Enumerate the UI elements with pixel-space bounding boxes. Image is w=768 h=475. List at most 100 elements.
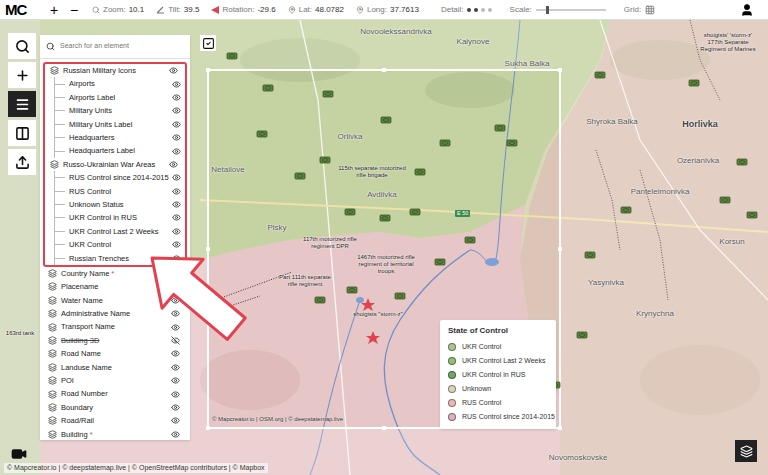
- add-icon[interactable]: [15, 68, 30, 83]
- eye-icon[interactable]: [171, 309, 180, 318]
- layer-child-row[interactable]: UKR Control in RUS: [55, 211, 185, 224]
- layer-row[interactable]: Russian Military Icons: [45, 64, 185, 77]
- grid-control[interactable]: Grid:: [624, 4, 655, 16]
- zoom-out-button[interactable]: −: [64, 3, 84, 17]
- eye-icon[interactable]: [171, 282, 180, 291]
- layer-child-row[interactable]: Russian Trenches: [55, 251, 185, 264]
- upload-icon[interactable]: [15, 155, 30, 170]
- eye-icon[interactable]: [171, 363, 180, 372]
- military-unit-icon[interactable]: [577, 332, 587, 338]
- military-unit-icon[interactable]: [257, 131, 267, 137]
- selection-handle[interactable]: [382, 68, 386, 72]
- tool-rail-button[interactable]: [8, 149, 36, 175]
- parameter-field[interactable]: Lat:48.0782: [288, 4, 344, 16]
- eye-icon[interactable]: [172, 80, 181, 89]
- layer-child-row[interactable]: RUS Control: [55, 185, 185, 198]
- layer-child-row[interactable]: RUS Control since 2014-2015: [55, 171, 185, 184]
- military-unit-icon[interactable]: [415, 169, 425, 175]
- detail-control[interactable]: Detail:: [441, 4, 492, 16]
- selection-handle[interactable]: [558, 68, 562, 72]
- military-unit-icon[interactable]: [465, 237, 475, 243]
- parameter-field[interactable]: Tilt:39.5: [156, 4, 199, 16]
- eye-icon[interactable]: [171, 376, 180, 385]
- layer-row[interactable]: Water Name: [43, 294, 187, 307]
- eye-icon[interactable]: [172, 187, 181, 196]
- eye-icon[interactable]: [171, 403, 180, 412]
- eye-icon[interactable]: [172, 213, 181, 222]
- layer-row[interactable]: Building*: [43, 428, 187, 440]
- layer-child-row[interactable]: Headquarters Label: [55, 144, 185, 157]
- layer-child-row[interactable]: Airports Label: [55, 91, 185, 104]
- military-unit-icon[interactable]: [347, 287, 357, 293]
- layer-row[interactable]: Russo-Ukrainian War Areas: [45, 158, 185, 171]
- layer-row[interactable]: Administrative Name: [43, 307, 187, 320]
- selection-handle[interactable]: [558, 426, 562, 430]
- selection-handle[interactable]: [206, 426, 210, 430]
- layer-row[interactable]: Placename: [43, 280, 187, 293]
- military-unit-icon[interactable]: [495, 125, 505, 131]
- military-unit-icon[interactable]: [440, 140, 450, 146]
- eye-off-icon[interactable]: [171, 336, 180, 345]
- eye-icon[interactable]: [172, 200, 181, 209]
- eye-icon[interactable]: [172, 173, 181, 182]
- military-unit-icon[interactable]: [689, 80, 699, 86]
- eye-icon[interactable]: [171, 416, 180, 425]
- tool-rail-button[interactable]: [8, 33, 36, 59]
- scale-control[interactable]: Scale:: [510, 4, 606, 16]
- layer-child-row[interactable]: Headquarters: [55, 131, 185, 144]
- layer-row[interactable]: Landuse Name: [43, 361, 187, 374]
- search-field[interactable]: Search for an element: [40, 35, 190, 59]
- military-unit-icon[interactable]: [345, 209, 355, 215]
- layer-row[interactable]: Boundary: [43, 401, 187, 414]
- eye-icon[interactable]: [169, 66, 178, 75]
- check-square-icon[interactable]: [202, 37, 215, 50]
- eye-icon[interactable]: [171, 296, 180, 305]
- military-unit-icon[interactable]: [295, 173, 305, 179]
- layer-row[interactable]: Transport Name: [43, 320, 187, 333]
- video-icon[interactable]: [11, 446, 27, 462]
- eye-icon[interactable]: [172, 147, 181, 156]
- headquarters-star-icon[interactable]: [366, 331, 380, 344]
- selection-handle[interactable]: [382, 426, 386, 430]
- military-unit-icon[interactable]: [507, 140, 517, 146]
- eye-icon[interactable]: [171, 269, 180, 278]
- eye-icon[interactable]: [172, 227, 181, 236]
- military-unit-icon[interactable]: [323, 91, 333, 97]
- zoom-in-button[interactable]: +: [44, 3, 64, 17]
- eye-icon[interactable]: [169, 160, 178, 169]
- military-unit-icon[interactable]: [595, 72, 605, 78]
- military-unit-icon[interactable]: [381, 117, 391, 123]
- layer-row[interactable]: POI: [43, 374, 187, 387]
- parameter-field[interactable]: Rotation:-29.6: [211, 4, 275, 16]
- eye-icon[interactable]: [172, 254, 181, 263]
- eye-icon[interactable]: [171, 349, 180, 358]
- logo[interactable]: MC: [0, 2, 44, 17]
- layer-row[interactable]: Road/Rail: [43, 414, 187, 427]
- layer-child-row[interactable]: UKR Control Last 2 Weeks: [55, 225, 185, 238]
- layer-switch-button[interactable]: [735, 440, 757, 462]
- tool-rail-button[interactable]: [8, 120, 36, 146]
- eye-icon[interactable]: [172, 240, 181, 249]
- headquarters-star-icon[interactable]: [361, 298, 375, 311]
- tool-rail-button[interactable]: [8, 62, 36, 88]
- layer-child-row[interactable]: UKR Control: [55, 238, 185, 251]
- layer-child-row[interactable]: Military Units Label: [55, 118, 185, 131]
- military-unit-icon[interactable]: [395, 293, 405, 299]
- layer-row[interactable]: Road Name: [43, 347, 187, 360]
- layers-menu-icon[interactable]: [15, 97, 30, 112]
- eye-icon[interactable]: [171, 430, 180, 439]
- layer-row[interactable]: Building 3D: [43, 334, 187, 347]
- eye-icon[interactable]: [172, 133, 181, 142]
- video-button[interactable]: [8, 444, 30, 464]
- military-unit-icon[interactable]: [621, 207, 631, 213]
- eye-icon[interactable]: [172, 93, 181, 102]
- layer-row[interactable]: Country Name*: [43, 267, 187, 280]
- layer-child-row[interactable]: Unknown Status: [55, 198, 185, 211]
- grid-icon[interactable]: [645, 5, 655, 15]
- select-all-button[interactable]: [200, 35, 216, 51]
- military-unit-icon[interactable]: [747, 212, 757, 218]
- military-unit-icon[interactable]: [585, 252, 595, 258]
- military-unit-icon[interactable]: [320, 157, 330, 163]
- military-unit-icon[interactable]: [435, 259, 445, 265]
- search-icon[interactable]: [15, 39, 30, 54]
